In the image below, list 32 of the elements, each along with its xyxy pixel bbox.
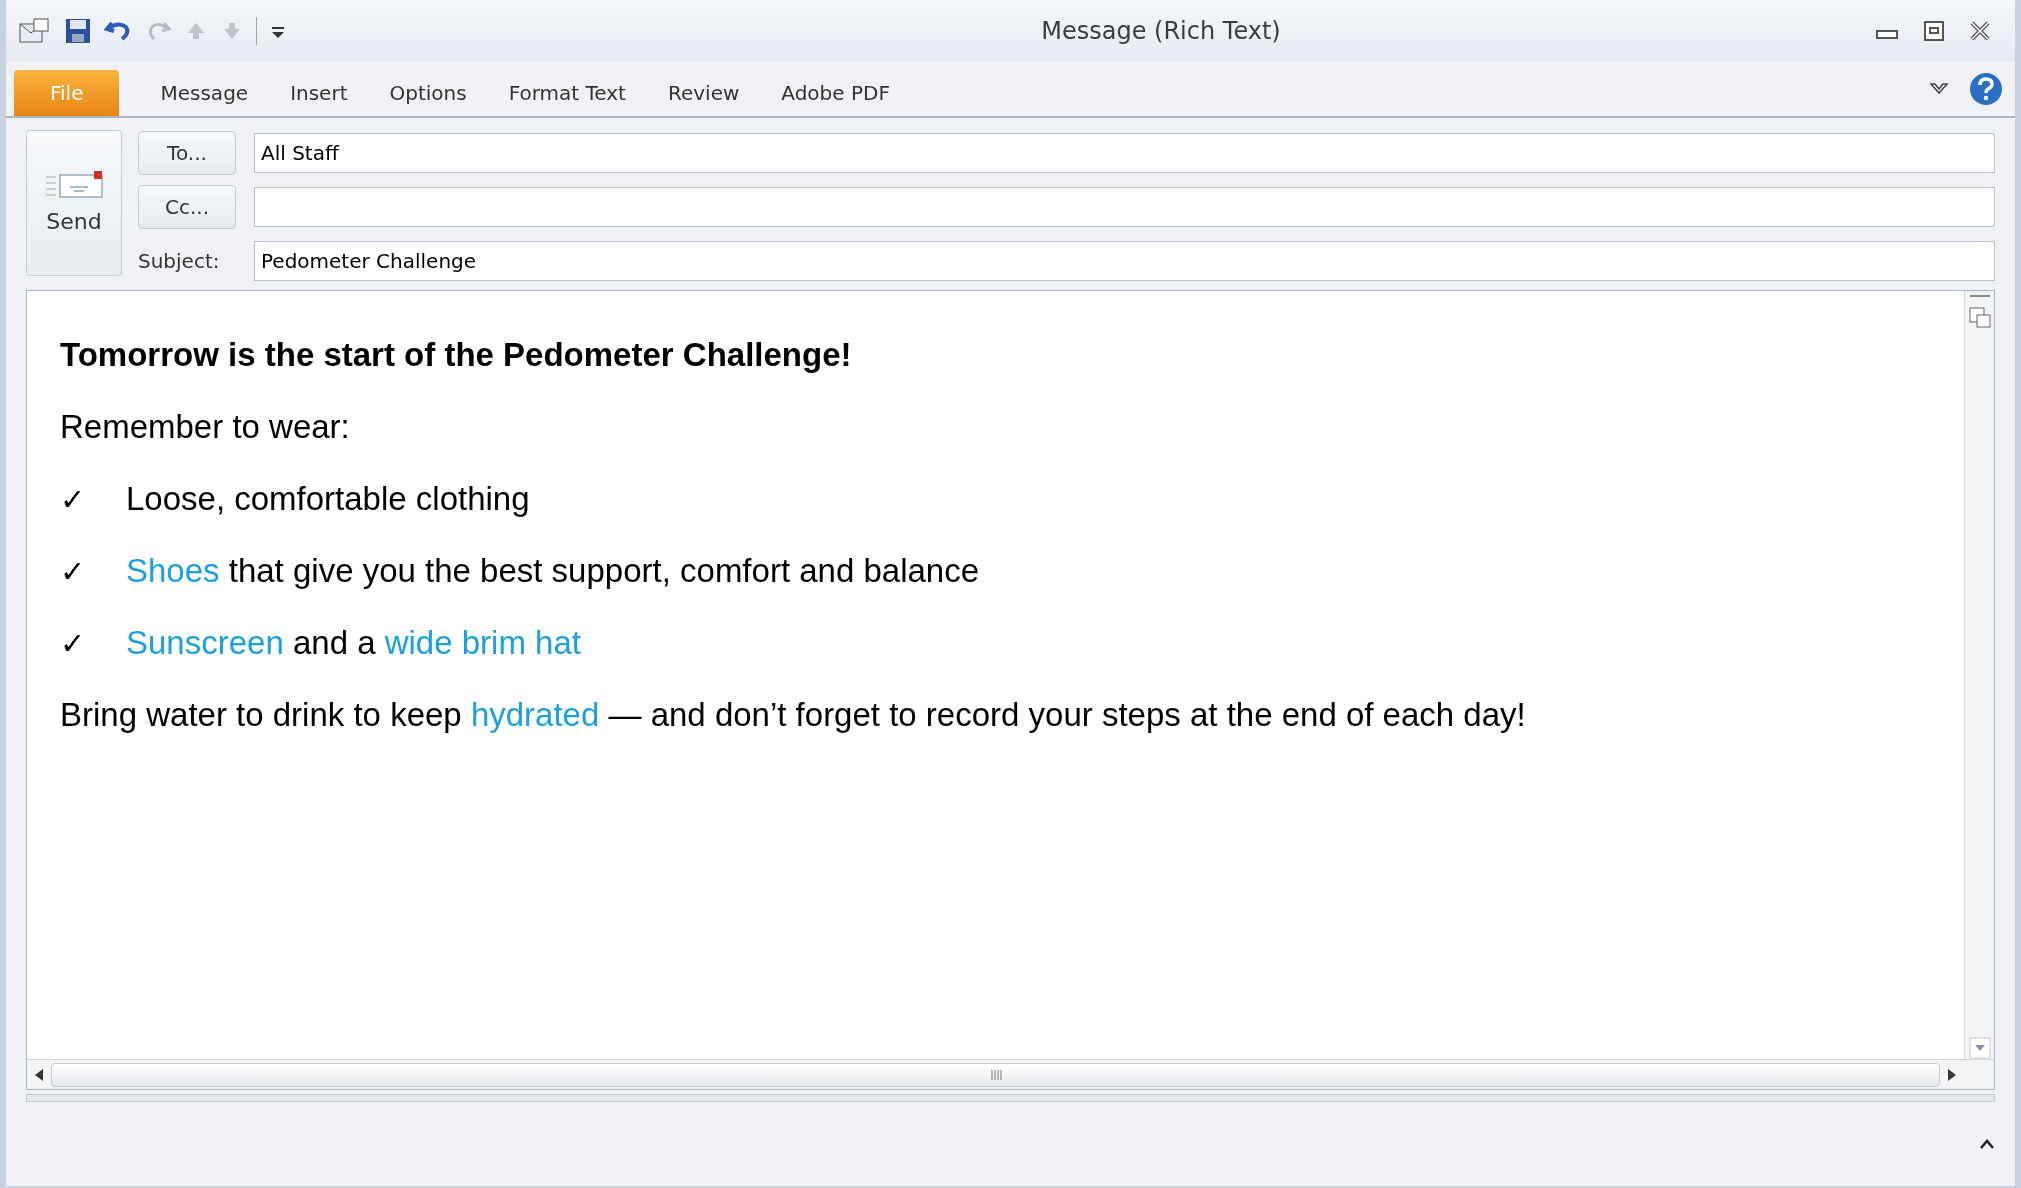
ribbon-tab[interactable]: Adobe PDF [760,70,911,116]
save-icon[interactable] [64,17,92,45]
message-text: Tomorrow is the start of the Pedometer Challenge! [60,335,853,375]
input-field[interactable]: All Staff [254,133,1995,173]
input-field[interactable] [254,187,1995,227]
message-text: Loose, comfortable clothing [126,479,530,519]
ribbon-tab[interactable]: Insert [269,70,369,116]
maximize-icon[interactable] [1923,20,1945,42]
address-button[interactable]: Cc... [138,185,236,229]
ribbon-tab[interactable]: Options [368,70,488,116]
checkmark: ✓ [60,625,86,662]
checkmark: ✓ [60,553,86,590]
horizontal-scrollbar[interactable] [27,1059,1994,1089]
expand-caret-icon[interactable] [1979,1138,1995,1150]
window-title: Message (Rich Text) [1041,16,1281,47]
message-text: Sunscreen and a wide brim hat [126,623,581,663]
input-field[interactable]: Pedometer Challenge [254,241,1995,281]
collapse-ribbon-icon[interactable] [1929,81,1949,97]
envelope-icon [44,168,104,201]
close-icon[interactable] [1969,20,1991,42]
ribbon-tab[interactable]: Review [646,70,761,116]
message-text: Shoes that give you the best support, comfort and balance [126,551,980,591]
send-button[interactable]: Send [26,130,122,276]
message-text: Bring water to drink to keep hydrated — and don’t forget to record your steps at the end of each day! [60,695,1527,735]
field-label: Subject: [138,248,221,275]
message-text: Remember to wear: [60,407,351,447]
help-icon[interactable] [1969,72,2003,106]
ribbon-tab[interactable]: Message [139,70,270,116]
grip-icon [989,1068,1002,1081]
checkmark: ✓ [60,481,86,518]
ribbon-tab[interactable]: Format Text [487,70,647,116]
address-button[interactable]: To... [138,131,236,175]
